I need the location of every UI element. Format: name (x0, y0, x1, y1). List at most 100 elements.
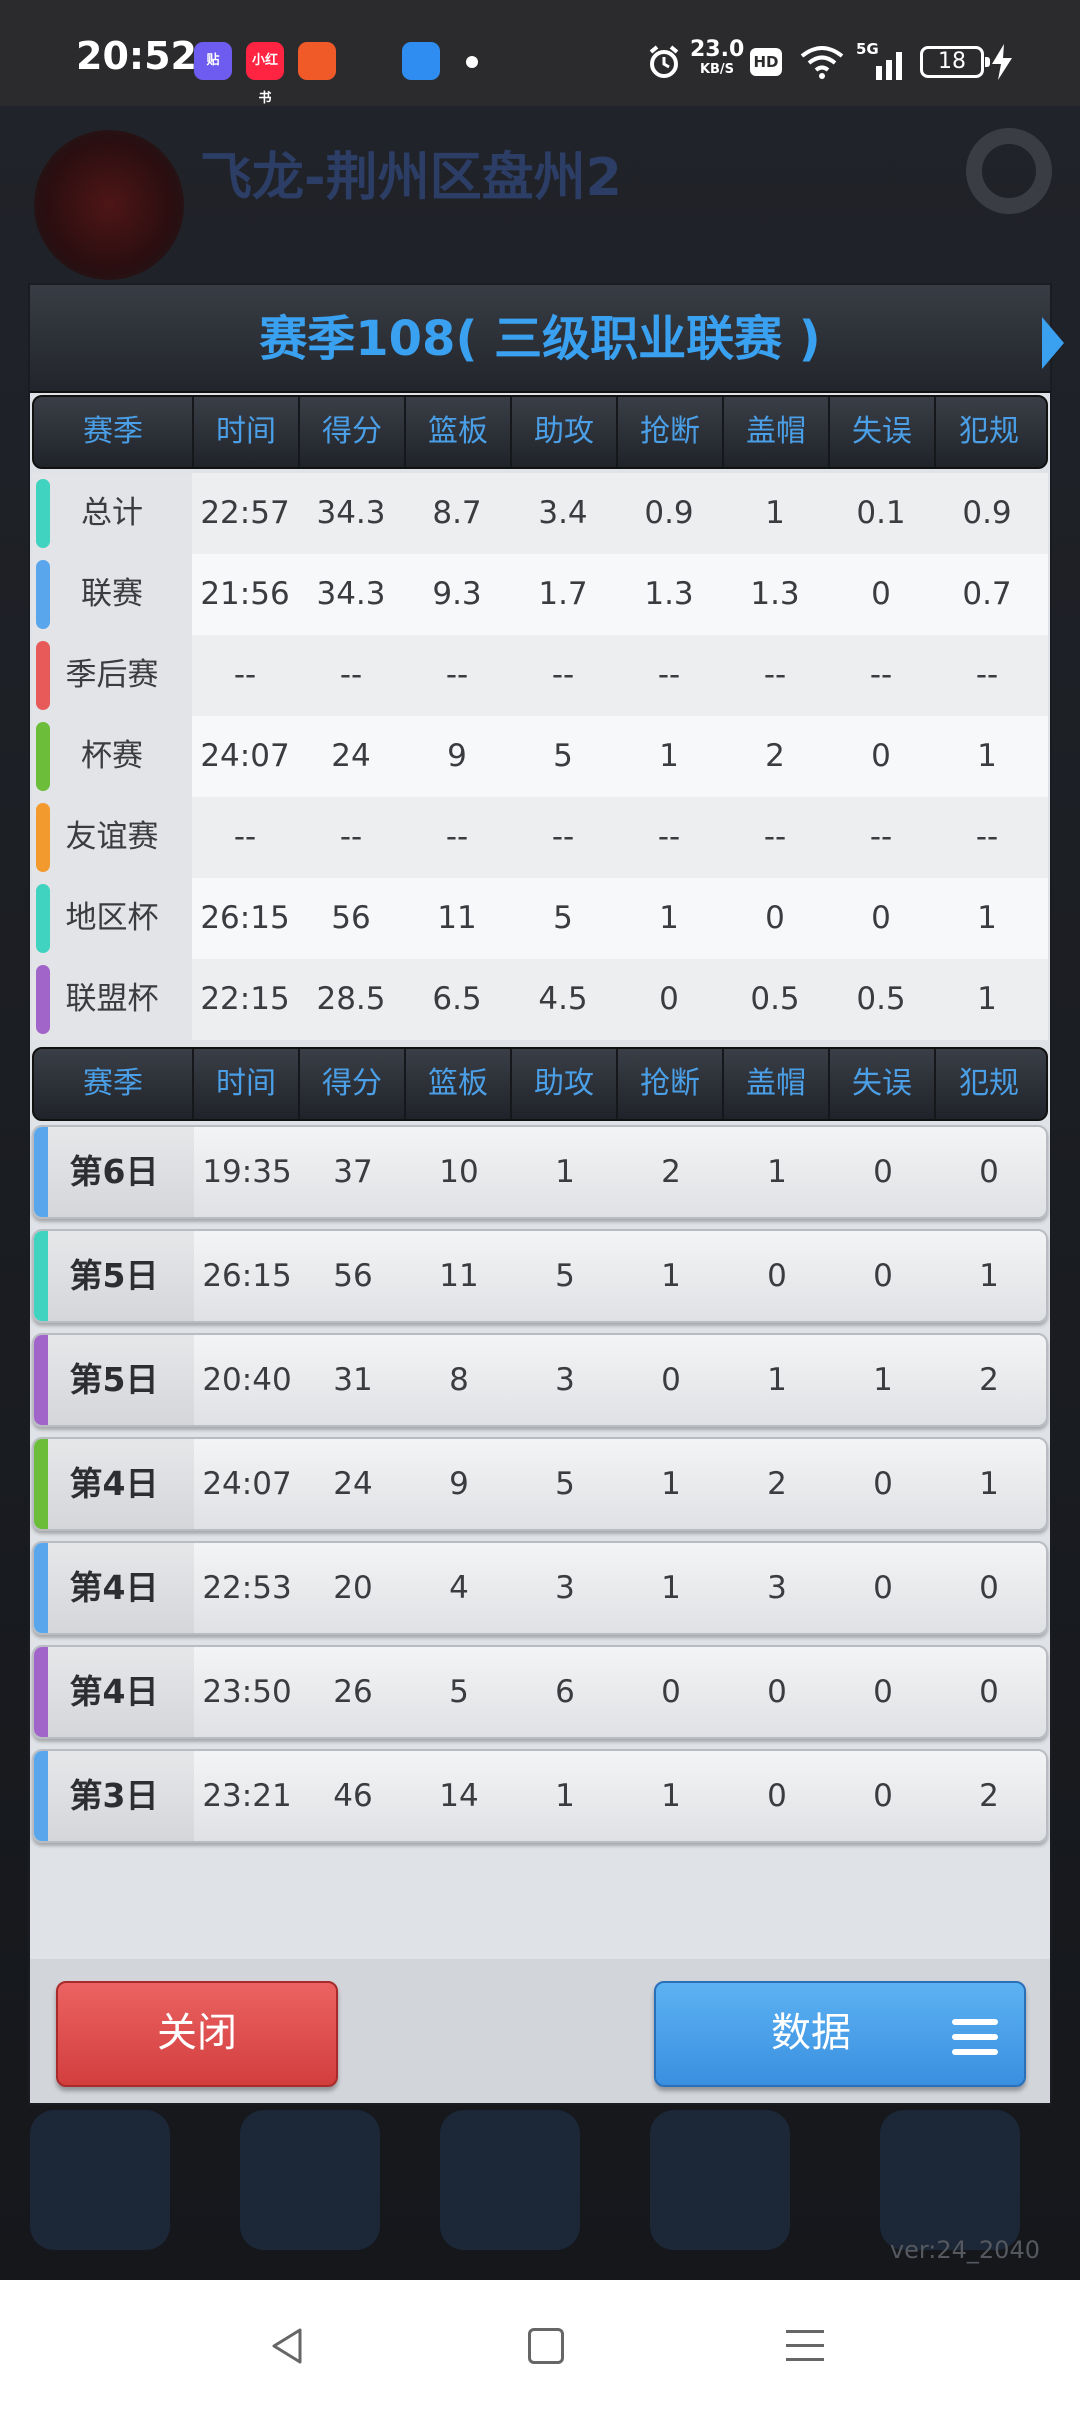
stat-cell: 6.5 (432, 981, 482, 1017)
game-row[interactable]: 第6日 19:35 37 10 1 2 1 0 0 (32, 1125, 1048, 1219)
stat-cell: 0 (871, 576, 891, 612)
stat-cell: 1 (555, 1154, 575, 1190)
hd-icon: HD (750, 48, 782, 76)
status-bar: 20:52 贴小红书 23.0 KB/S HD 5G 18 (0, 0, 1080, 106)
games-header-col-4: 助攻 (512, 1049, 618, 1119)
game-day-label: 第4日 (34, 1543, 194, 1633)
stat-cell: 1 (661, 1258, 681, 1294)
game-row[interactable]: 第4日 22:53 20 4 3 1 3 0 0 (32, 1541, 1048, 1635)
summary-table: 总计 22:57 34.3 8.7 3.4 0.9 1 0.1 0.9 联赛 21:56 34.3 9.… (32, 473, 1048, 1040)
game-type-color-stripe (34, 1647, 48, 1737)
season-stats-dialog: 赛季108( 三级职业联赛 ) 赛季 时间 得分 篮板 助攻 抢断 盖帽 失误 犯规 总计 22:… (28, 283, 1064, 2105)
stat-cell: 0 (979, 1154, 999, 1190)
stat-cell: 1 (977, 738, 997, 774)
game-row[interactable]: 第3日 23:21 46 14 1 1 0 0 2 (32, 1749, 1048, 1843)
team-logo (34, 130, 184, 280)
settings-gear-icon (966, 128, 1052, 214)
xiaohongshu-app-icon: 小红书 (246, 42, 284, 106)
row-label: 总计 (32, 473, 192, 554)
stat-cell: 22:53 (202, 1570, 292, 1606)
games-table: 第6日 19:35 37 10 1 2 1 0 0 第5日 26:15 56 11 5 1 0 0 1 第5日 20:… (32, 1125, 1048, 1853)
stat-cell: 1 (659, 738, 679, 774)
stat-cell: -- (763, 657, 787, 693)
stat-cell: -- (445, 657, 469, 693)
row-label: 联盟杯 (32, 959, 192, 1040)
category-color-stripe (36, 479, 50, 548)
summary-row: 联赛 21:56 34.3 9.3 1.7 1.3 1.3 0 0.7 (32, 554, 1048, 635)
category-color-stripe (36, 803, 50, 872)
game-day-label: 第4日 (34, 1439, 194, 1529)
stat-cell: 37 (333, 1154, 373, 1190)
stat-cell: -- (869, 657, 893, 693)
stat-cell: 11 (439, 1258, 479, 1294)
stat-cell: 1 (765, 495, 785, 531)
summary-header-col-3: 篮板 (406, 397, 512, 467)
stat-cell: -- (339, 657, 363, 693)
game-day-label: 第3日 (34, 1751, 194, 1841)
stat-cell: -- (233, 819, 257, 855)
wifi-icon (800, 46, 844, 79)
game-row[interactable]: 第5日 26:15 56 11 5 1 0 0 1 (32, 1229, 1048, 1323)
games-header-col-5: 抢断 (618, 1049, 724, 1119)
stat-cell: 21:56 (200, 576, 290, 612)
category-color-stripe (36, 641, 50, 710)
category-color-stripe (36, 722, 50, 791)
game-day-label: 第5日 (34, 1231, 194, 1321)
team-title: 飞龙-荆州区盘州2 (200, 148, 622, 208)
stat-cell: 26:15 (202, 1258, 292, 1294)
summary-header-col-1: 时间 (194, 397, 300, 467)
game-row[interactable]: 第4日 23:50 26 5 6 0 0 0 0 (32, 1645, 1048, 1739)
close-button[interactable]: 关闭 (56, 1981, 338, 2087)
game-type-color-stripe (34, 1335, 48, 1425)
game-type-color-stripe (34, 1543, 48, 1633)
stat-cell: 1 (555, 1778, 575, 1814)
data-button-label: 数据 (771, 2010, 851, 2056)
version-label: ver:24_2040 (889, 2236, 1040, 2264)
stat-cell: 23:50 (202, 1674, 292, 1710)
game-day-label: 第4日 (34, 1647, 194, 1737)
summary-row: 联盟杯 22:15 28.5 6.5 4.5 0 0.5 0.5 1 (32, 959, 1048, 1040)
battery-icon: 18 (920, 46, 990, 78)
stat-cell: 34.3 (316, 576, 386, 612)
game-row[interactable]: 第5日 20:40 31 8 3 0 1 1 2 (32, 1333, 1048, 1427)
stat-cell: -- (763, 819, 787, 855)
stat-cell: 2 (661, 1154, 681, 1190)
stat-cell: 0.9 (962, 495, 1012, 531)
home-icon[interactable] (528, 2328, 564, 2364)
summary-header-col-2: 得分 (300, 397, 406, 467)
stat-cell: 0 (873, 1778, 893, 1814)
stat-cell: 0 (767, 1258, 787, 1294)
stat-cell: 8 (449, 1362, 469, 1398)
stat-cell: 5 (553, 900, 573, 936)
category-color-stripe (36, 884, 50, 953)
bg-nav-money-icon (240, 2110, 380, 2250)
charging-bolt-icon (992, 44, 1012, 80)
stat-cell: 9 (449, 1466, 469, 1502)
stat-cell: 0 (871, 738, 891, 774)
stat-cell: 1 (979, 1466, 999, 1502)
data-button[interactable]: 数据 (654, 1981, 1026, 2087)
stat-cell: 0.1 (856, 495, 906, 531)
games-header-col-3: 篮板 (406, 1049, 512, 1119)
row-label: 季后赛 (32, 635, 192, 716)
recents-icon[interactable] (786, 2330, 824, 2372)
stat-cell: 3 (767, 1570, 787, 1606)
stat-cell: 0 (661, 1362, 681, 1398)
game-type-color-stripe (34, 1127, 48, 1217)
next-season-arrow-icon[interactable] (1042, 317, 1064, 369)
stat-cell: 0 (767, 1674, 787, 1710)
games-table-header: 赛季 时间 得分 篮板 助攻 抢断 盖帽 失误 犯规 (32, 1047, 1048, 1121)
stat-cell: -- (657, 819, 681, 855)
summary-row: 友谊赛 -- -- -- -- -- -- -- -- (32, 797, 1048, 878)
stat-cell: 26 (333, 1674, 373, 1710)
summary-header-col-0: 赛季 (34, 397, 194, 467)
summary-header-col-7: 失误 (830, 397, 936, 467)
game-row[interactable]: 第4日 24:07 24 9 5 1 2 0 1 (32, 1437, 1048, 1531)
back-icon[interactable] (268, 2326, 308, 2366)
category-color-stripe (36, 965, 50, 1034)
stat-cell: 1 (661, 1570, 681, 1606)
stat-cell: -- (445, 819, 469, 855)
stat-cell: 0 (767, 1778, 787, 1814)
summary-row: 杯赛 24:07 24 9 5 1 2 0 1 (32, 716, 1048, 797)
stat-cell: 0.7 (962, 576, 1012, 612)
